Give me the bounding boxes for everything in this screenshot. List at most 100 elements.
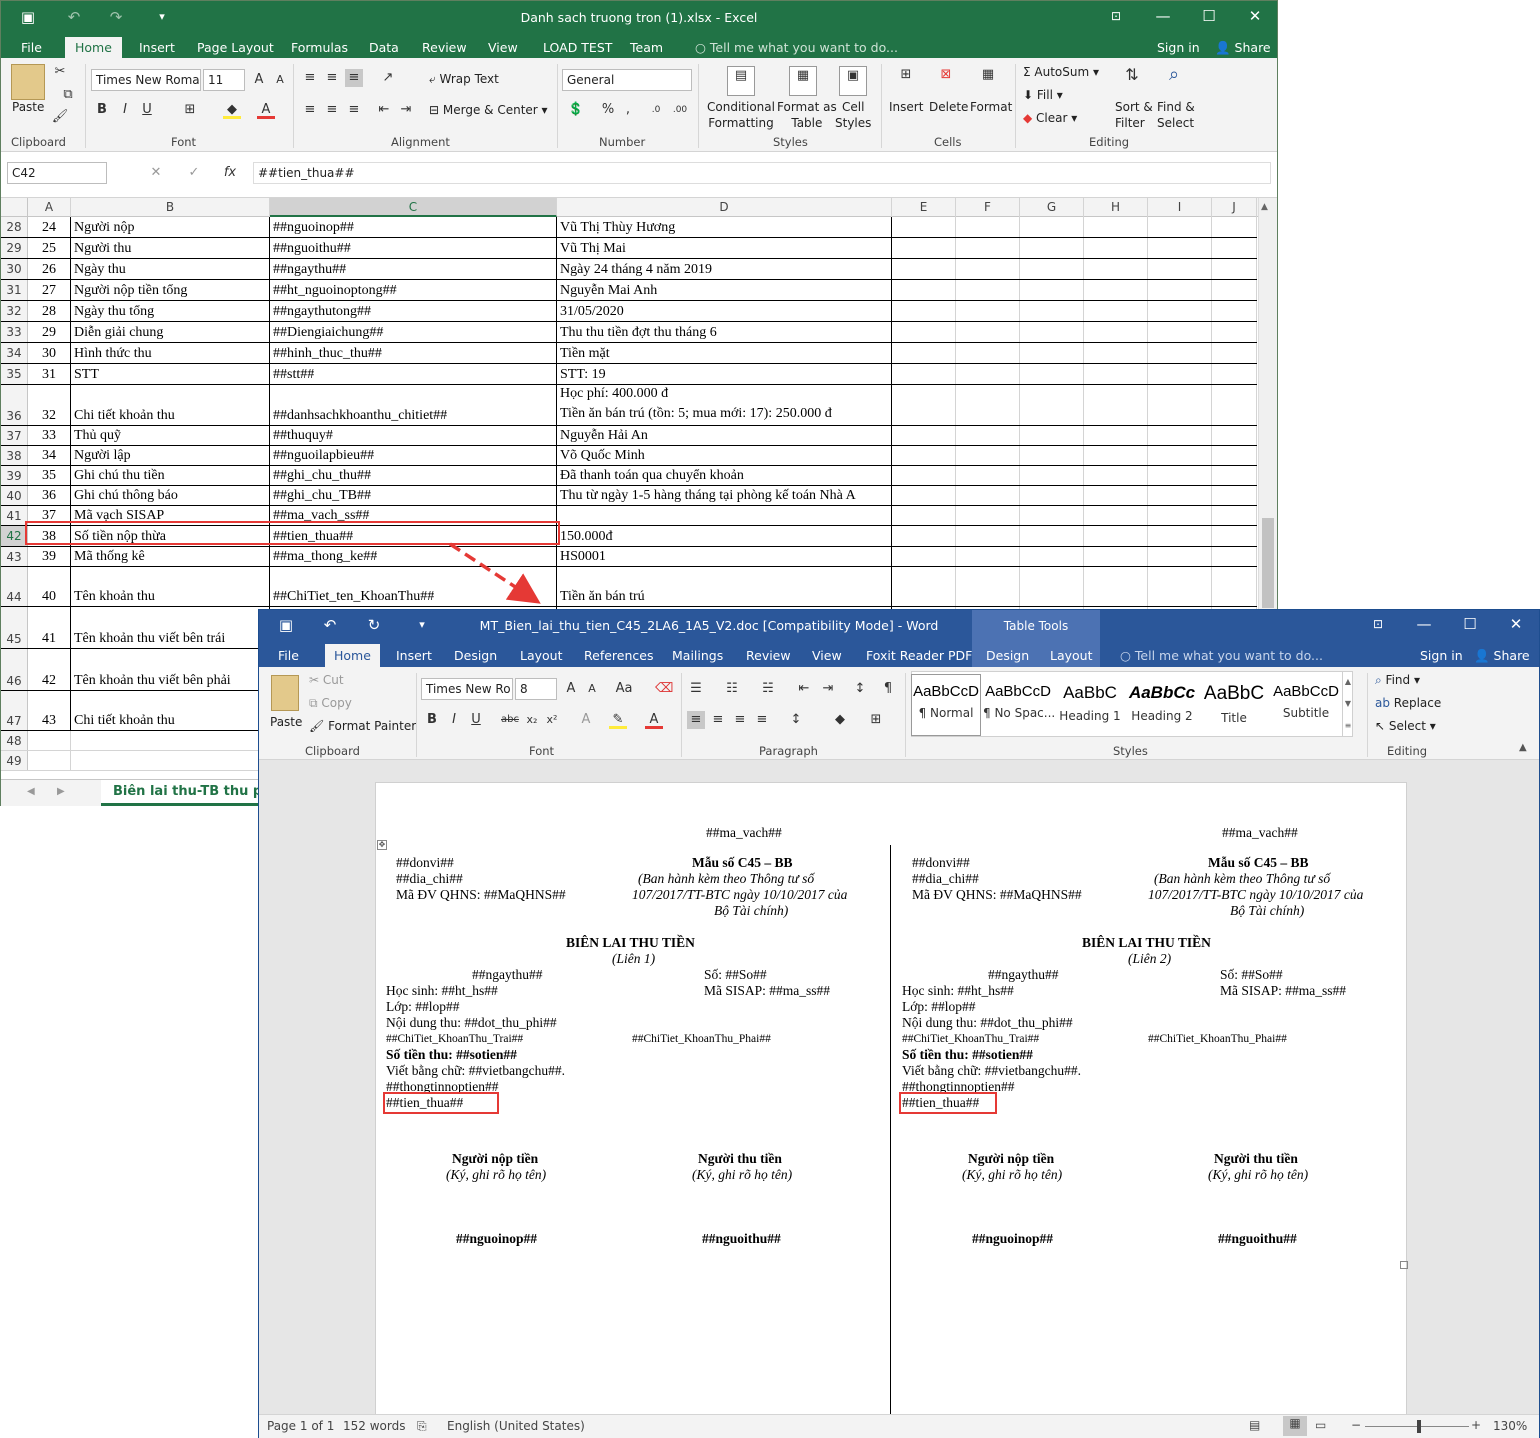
column-header[interactable]: F [956, 198, 1020, 217]
empty-cell[interactable] [1020, 486, 1084, 505]
empty-cell[interactable] [956, 486, 1020, 505]
row-header[interactable]: 33 [1, 322, 28, 342]
cell-b[interactable]: Tên khoản thu [71, 567, 270, 606]
empty-cell[interactable] [1212, 466, 1257, 485]
empty-cell[interactable] [1148, 567, 1212, 606]
empty-cell[interactable] [1020, 280, 1084, 300]
empty-cell[interactable] [1084, 322, 1148, 342]
cell-a[interactable]: 43 [28, 691, 71, 730]
tab-file[interactable]: File [11, 37, 52, 58]
empty-cell[interactable] [1148, 446, 1212, 465]
empty-cell[interactable] [1148, 301, 1212, 321]
row-header[interactable]: 49 [1, 751, 28, 770]
cell-d[interactable]: 150.000đ [557, 526, 892, 546]
cell-d[interactable]: Vũ Thị Mai [557, 238, 892, 258]
cell-c[interactable]: ##Diengiaichung## [270, 322, 557, 342]
empty-cell[interactable] [1212, 238, 1257, 258]
cell-a[interactable]: 24 [28, 217, 71, 237]
row-header[interactable]: 35 [1, 364, 28, 384]
style-item[interactable]: AaBbCcD ¶ No Spac... [983, 675, 1055, 735]
cell-d[interactable]: Ngày 24 tháng 4 năm 2019 [557, 259, 892, 279]
cell-b[interactable]: Hình thức thu [71, 343, 270, 363]
find-button[interactable]: ⌕ Find ▾ [1375, 673, 1420, 688]
empty-cell[interactable] [1084, 466, 1148, 485]
table-resize-handle[interactable] [1400, 1261, 1408, 1269]
column-header[interactable]: C [270, 198, 557, 217]
empty-cell[interactable] [1020, 567, 1084, 606]
empty-cell[interactable] [1148, 364, 1212, 384]
change-case-icon[interactable]: Aa [615, 680, 633, 698]
cell-c[interactable]: ##ghi_chu_TB## [270, 486, 557, 505]
empty-cell[interactable] [956, 322, 1020, 342]
empty-cell[interactable] [1148, 547, 1212, 566]
cell-c[interactable]: ##danhsachkhoanthu_chitiet## [270, 385, 557, 425]
delete-cells-button[interactable]: Delete [929, 100, 968, 114]
select-all-corner[interactable] [1, 198, 28, 217]
cell-a[interactable]: 35 [28, 466, 71, 485]
cell-b[interactable]: Người thu [71, 238, 270, 258]
word-count[interactable]: 152 words [343, 1419, 405, 1433]
row-header[interactable]: 30 [1, 259, 28, 279]
prev-sheet-icon[interactable]: ◀ [27, 786, 35, 797]
scroll-thumb[interactable] [1262, 518, 1274, 608]
empty-cell[interactable] [1084, 301, 1148, 321]
save-icon[interactable]: ▣ [275, 615, 297, 635]
line-spacing-icon[interactable]: ↕ [787, 711, 805, 729]
show-formatting-icon[interactable]: ¶ [879, 680, 897, 698]
tab-formulas[interactable]: Formulas [281, 37, 358, 58]
empty-cell[interactable] [892, 238, 956, 258]
paste-button[interactable]: Paste [270, 715, 302, 729]
row-header[interactable]: 40 [1, 486, 28, 505]
empty-cell[interactable] [1212, 217, 1257, 237]
style-item[interactable]: AaBbCc Heading 2 [1127, 675, 1197, 735]
undo-icon[interactable]: ↶ [319, 615, 341, 635]
empty-cell[interactable] [1212, 446, 1257, 465]
increase-indent-icon[interactable]: ⇥ [397, 101, 415, 119]
cancel-icon[interactable]: ✕ [147, 164, 165, 182]
cell-d[interactable]: Vũ Thị Thùy Hương [557, 217, 892, 237]
empty-cell[interactable] [1212, 301, 1257, 321]
italic-icon[interactable]: I [445, 711, 463, 729]
paste-button[interactable]: Paste [12, 100, 44, 114]
empty-cell[interactable] [1212, 385, 1257, 425]
cell-styles-button[interactable]: Cell Styles [835, 99, 871, 131]
close-icon[interactable]: ✕ [1232, 1, 1278, 34]
cell-a[interactable]: 32 [28, 385, 71, 425]
column-header[interactable]: I [1148, 198, 1212, 217]
format-painter-icon[interactable]: 🖌 [51, 108, 69, 126]
empty-cell[interactable] [1020, 343, 1084, 363]
cell-a[interactable]: 39 [28, 547, 71, 566]
empty-cell[interactable] [1148, 343, 1212, 363]
empty-cell[interactable] [1084, 259, 1148, 279]
highlight-icon[interactable]: ✎ [609, 711, 627, 729]
zoom-out-icon[interactable]: − [1351, 1418, 1361, 1432]
empty-cell[interactable] [1148, 466, 1212, 485]
web-layout-icon[interactable]: ▭ [1315, 1418, 1326, 1432]
autosum-button[interactable]: Σ AutoSum ▾ [1023, 65, 1099, 79]
number-format-select[interactable]: General [562, 69, 692, 91]
table-move-handle-icon[interactable]: ✥ [377, 840, 387, 850]
empty-cell[interactable] [956, 280, 1020, 300]
row-header[interactable]: 42 [1, 526, 28, 546]
empty-cell[interactable] [1020, 547, 1084, 566]
increase-indent-icon[interactable]: ⇥ [819, 680, 837, 698]
cell-d[interactable]: Tiền mặt [557, 343, 892, 363]
cell-styles-icon[interactable]: ▣ [839, 66, 867, 96]
cell-c[interactable]: ##ht_nguoinoptong## [270, 280, 557, 300]
cell-d[interactable]: Đã thanh toán qua chuyển khoản [557, 466, 892, 485]
empty-cell[interactable] [956, 385, 1020, 425]
decrease-font-icon[interactable]: A [271, 71, 289, 89]
read-mode-icon[interactable]: ▤ [1249, 1418, 1260, 1432]
paste-icon[interactable] [11, 64, 45, 100]
cell-b[interactable]: Người lập [71, 446, 270, 465]
wrap-text-button[interactable]: ⤶ Wrap Text [429, 72, 499, 87]
cell-d[interactable]: Võ Quốc Minh [557, 446, 892, 465]
align-top-icon[interactable]: ≡ [301, 69, 319, 87]
empty-cell[interactable] [1212, 343, 1257, 363]
style-item[interactable]: AaBbCcD Subtitle [1271, 675, 1341, 735]
empty-cell[interactable] [1084, 547, 1148, 566]
empty-cell[interactable] [1020, 446, 1084, 465]
next-sheet-icon[interactable]: ▶ [57, 786, 65, 797]
empty-cell[interactable] [1212, 526, 1257, 546]
column-header[interactable]: D [557, 198, 892, 217]
